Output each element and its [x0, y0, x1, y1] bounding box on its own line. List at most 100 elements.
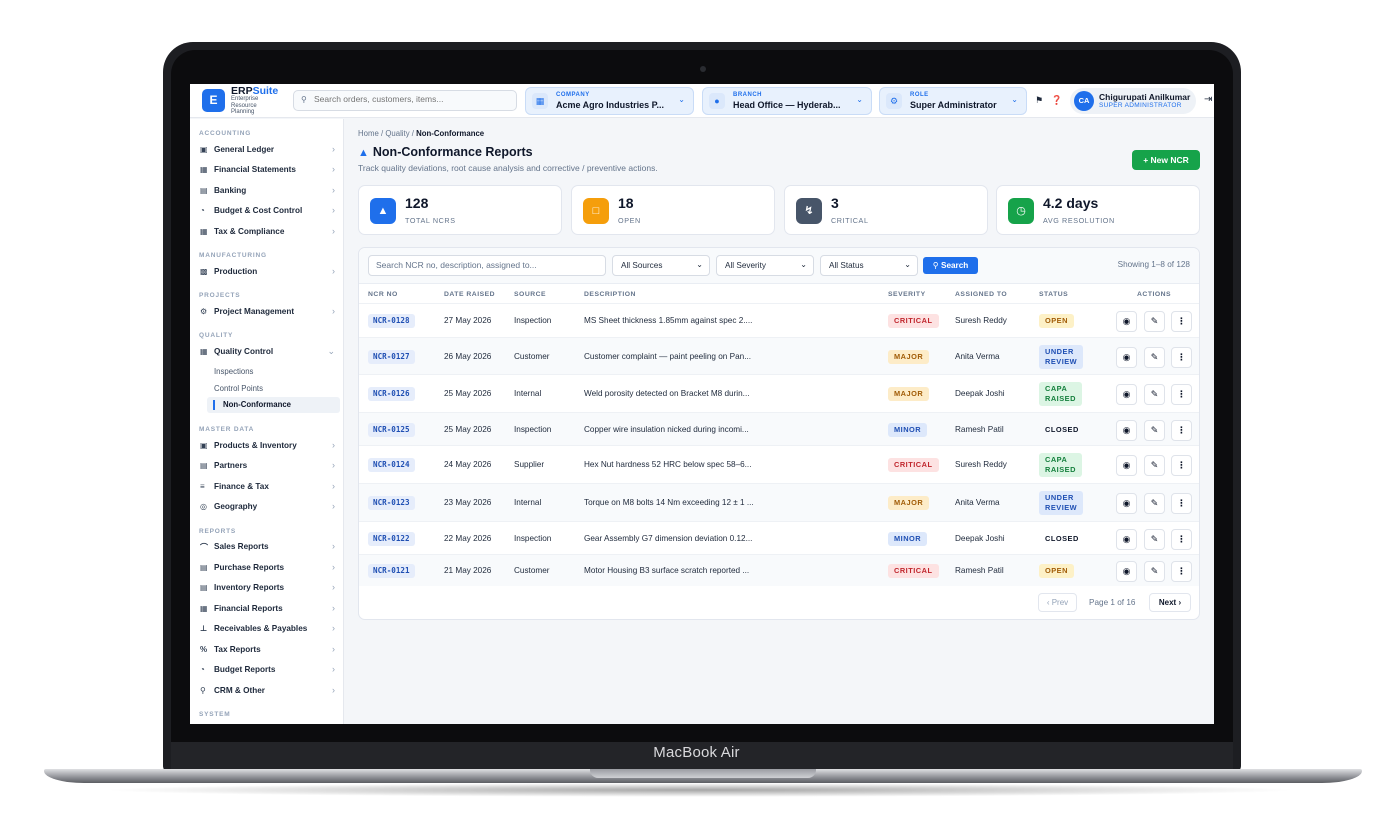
document-icon: ▦	[200, 165, 208, 174]
view-button[interactable]: ◉	[1116, 455, 1137, 476]
ncr-id-link[interactable]: NCR-0125	[368, 422, 415, 437]
role-selector[interactable]: ⚙ ROLE Super Administrator ⌄	[879, 87, 1027, 115]
sidebar-item-general-ledger[interactable]: ▣ General Ledger ›	[199, 143, 339, 159]
more-button[interactable]: ⋮	[1171, 561, 1192, 582]
table-row[interactable]: NCR-0124 24 May 2026 Supplier Hex Nut hardn…	[359, 445, 1199, 483]
more-button[interactable]: ⋮	[1171, 311, 1192, 332]
sidebar-item-receivables-payables[interactable]: ⊥ Receivables & Payables ›	[199, 622, 339, 638]
percent-icon: %	[200, 645, 208, 654]
global-search-input[interactable]	[314, 94, 514, 104]
ncr-search-input[interactable]: Search NCR no, description, assigned to.…	[368, 255, 606, 276]
sidebar-item-products-inventory[interactable]: ▣ Products & Inventory ›	[199, 439, 339, 455]
ncr-id-link[interactable]: NCR-0124	[368, 458, 415, 472]
col-status[interactable]: STATUS	[1039, 291, 1068, 298]
sidebar-item-tax-reports[interactable]: % Tax Reports ›	[199, 643, 339, 659]
sidebar-item-label: Budget & Cost Control	[214, 206, 303, 215]
help-icon[interactable]: ❓	[1051, 95, 1062, 106]
status-text: RAISED	[1045, 394, 1076, 403]
table-row[interactable]: NCR-0123 23 May 2026 Internal Torque on M8 …	[359, 483, 1199, 521]
sidebar-item-production[interactable]: ▩ Production ›	[199, 265, 339, 281]
col-date-raised[interactable]: DATE RAISED	[444, 291, 495, 298]
sidebar-item-tax-compliance[interactable]: ▦ Tax & Compliance ›	[199, 225, 339, 241]
edit-button[interactable]: ✎	[1144, 311, 1165, 332]
col-source[interactable]: SOURCE	[514, 291, 546, 298]
stat-card-critical: ↯ 3 CRITICAL	[784, 185, 988, 235]
sidebar-subitem-inspections[interactable]: Inspections	[214, 367, 253, 376]
ncr-id-link[interactable]: NCR-0126	[368, 387, 415, 401]
view-button[interactable]: ◉	[1116, 346, 1137, 368]
table-row[interactable]: NCR-0126 25 May 2026 Internal Weld porosity…	[359, 374, 1199, 412]
more-button[interactable]: ⋮	[1171, 493, 1192, 514]
sidebar-subitem-non-conformance[interactable]: Non-Conformance	[207, 397, 340, 413]
new-ncr-button[interactable]: + New NCR	[1132, 150, 1200, 170]
view-button[interactable]: ◉	[1116, 384, 1137, 405]
breadcrumb-quality[interactable]: Quality	[385, 129, 409, 138]
col-assigned-to[interactable]: ASSIGNED TO	[955, 291, 1007, 298]
view-button[interactable]: ◉	[1116, 493, 1137, 514]
sidebar-item-crm-other[interactable]: ⚲ CRM & Other ›	[199, 684, 339, 700]
global-search[interactable]: ⚲	[293, 90, 517, 111]
edit-button[interactable]: ✎	[1144, 455, 1165, 476]
description: Gear Assembly G7 dimension deviation 0.1…	[584, 533, 753, 543]
col-description[interactable]: DESCRIPTION	[584, 291, 636, 298]
sidebar-item-finance-tax[interactable]: ≡ Finance & Tax ›	[199, 480, 339, 496]
next-page-button[interactable]: Next ›	[1149, 593, 1191, 612]
company-selector[interactable]: ▦ COMPANY Acme Agro Industries P... ⌄	[525, 87, 694, 115]
sidebar-item-project-management[interactable]: ⚙ Project Management ›	[199, 305, 339, 321]
table-row[interactable]: NCR-0121 21 May 2026 Customer Motor Housing…	[359, 554, 1199, 586]
bell-icon[interactable]: ⚑	[1035, 95, 1043, 106]
view-button[interactable]: ◉	[1116, 528, 1137, 550]
ncr-id-link[interactable]: NCR-0122	[368, 531, 415, 546]
branch-selector[interactable]: ● BRANCH Head Office — Hyderab... ⌄	[702, 87, 872, 115]
col-severity[interactable]: SEVERITY	[888, 291, 926, 298]
chevron-right-icon: ›	[332, 164, 335, 174]
status-filter[interactable]: All Status ⌄	[820, 255, 918, 276]
sidebar-item-partners[interactable]: ▤ Partners ›	[199, 459, 339, 475]
logout-icon[interactable]: ⇥	[1204, 94, 1212, 105]
table-row[interactable]: NCR-0127 26 May 2026 Customer Customer comp…	[359, 337, 1199, 374]
sidebar-item-label: Geography	[214, 502, 258, 511]
ncr-id-link[interactable]: NCR-0128	[368, 314, 415, 328]
ncr-id-link[interactable]: NCR-0123	[368, 496, 415, 510]
sidebar-item-budget-reports[interactable]: ◔ Budget Reports ›	[199, 663, 339, 679]
severity-filter[interactable]: All Severity ⌄	[716, 255, 814, 276]
more-button[interactable]: ⋮	[1171, 384, 1192, 405]
sidebar-item-quality-control[interactable]: ▦ Quality Control ⌄	[199, 345, 339, 361]
sidebar-item-sales-reports[interactable]: ⌒ Sales Reports ›	[199, 540, 339, 556]
breadcrumb-separator: /	[411, 129, 414, 138]
edit-button[interactable]: ✎	[1144, 419, 1165, 441]
prev-page-button[interactable]: ‹ Prev	[1038, 593, 1077, 612]
sidebar-item-banking[interactable]: ▤ Banking ›	[199, 184, 339, 200]
assigned-to: Deepak Joshi	[955, 389, 1005, 398]
more-button[interactable]: ⋮	[1171, 455, 1192, 476]
edit-button[interactable]: ✎	[1144, 561, 1165, 582]
edit-button[interactable]: ✎	[1144, 346, 1165, 368]
more-button[interactable]: ⋮	[1171, 346, 1192, 368]
edit-button[interactable]: ✎	[1144, 384, 1165, 405]
sidebar-item-financial-reports[interactable]: ▦ Financial Reports ›	[199, 602, 339, 618]
search-button[interactable]: ⚲ Search	[923, 257, 978, 274]
edit-button[interactable]: ✎	[1144, 528, 1165, 550]
view-button[interactable]: ◉	[1116, 419, 1137, 441]
sidebar-item-inventory-reports[interactable]: ▤ Inventory Reports ›	[199, 581, 339, 597]
view-button[interactable]: ◉	[1116, 311, 1137, 332]
col-ncr-no[interactable]: NCR NO	[368, 291, 398, 298]
table-row[interactable]: NCR-0122 22 May 2026 Inspection Gear Assemb…	[359, 521, 1199, 554]
sidebar-item-geography[interactable]: ◎ Geography ›	[199, 500, 339, 516]
sidebar-item-budget-cost[interactable]: ◔ Budget & Cost Control ›	[199, 204, 339, 220]
table-row[interactable]: NCR-0125 25 May 2026 Inspection Copper wire…	[359, 412, 1199, 445]
building-icon: ▦	[532, 93, 548, 109]
more-button[interactable]: ⋮	[1171, 528, 1192, 550]
sidebar-item-financial-statements[interactable]: ▦ Financial Statements ›	[199, 163, 339, 179]
source-filter[interactable]: All Sources ⌄	[612, 255, 710, 276]
sidebar-item-purchase-reports[interactable]: ▤ Purchase Reports ›	[199, 561, 339, 577]
more-button[interactable]: ⋮	[1171, 419, 1192, 441]
breadcrumb-home[interactable]: Home	[358, 129, 379, 138]
user-menu[interactable]: CA Chigurupati Anilkumar SUPER ADMINISTR…	[1070, 88, 1196, 114]
edit-button[interactable]: ✎	[1144, 493, 1165, 514]
ncr-id-link[interactable]: NCR-0121	[368, 564, 415, 578]
ncr-id-link[interactable]: NCR-0127	[368, 349, 415, 364]
sidebar-subitem-control-points[interactable]: Control Points	[214, 384, 263, 393]
view-button[interactable]: ◉	[1116, 561, 1137, 582]
table-row[interactable]: NCR-0128 27 May 2026 Inspection MS Sheet th…	[359, 303, 1199, 337]
